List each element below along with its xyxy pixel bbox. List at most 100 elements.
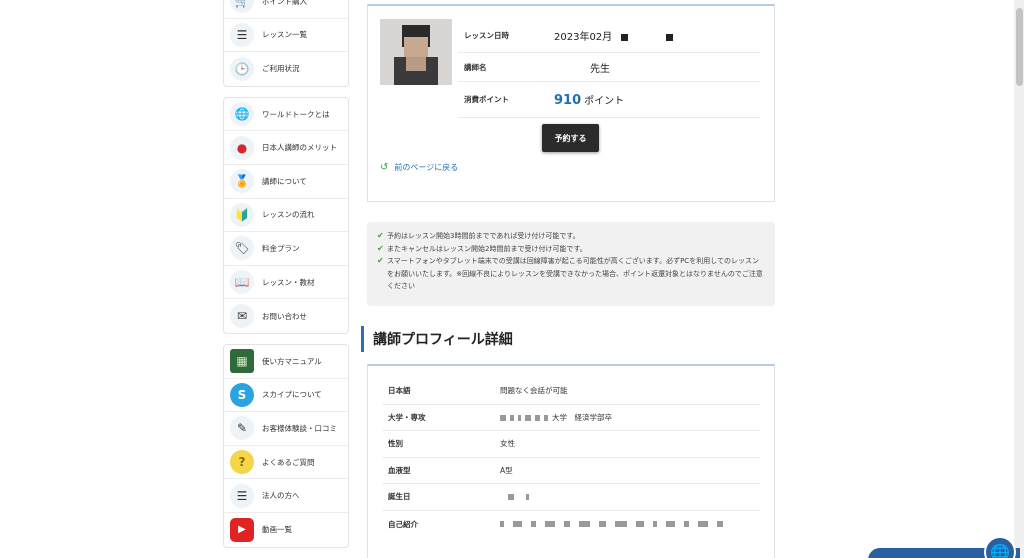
pencils-icon: ✎	[230, 416, 254, 441]
sidebar-item[interactable]: ☰ レッスン一覧	[224, 19, 348, 53]
sidebar-item[interactable]: ✉ お問い合わせ	[224, 299, 348, 333]
blackboard-icon: ▦	[230, 349, 254, 374]
redaction-mark	[500, 520, 504, 527]
sidebar-item-label: 法人の方へ	[262, 491, 300, 501]
lesson-datetime-label: レッスン日時	[464, 31, 509, 40]
globe-icon: 🌐	[230, 102, 254, 127]
redaction-mark	[526, 494, 529, 501]
cart-icon: 🛒	[230, 0, 254, 14]
profile-row-label: 大学・専攻	[388, 412, 426, 422]
profile-card: 日本語 問題なく会話が可能 大学・専攻 大学 経済学部卒 性別 女性 血液型 A型 誕生日 自己紹…	[367, 364, 775, 558]
profile-row-label: 自己紹介	[388, 519, 418, 529]
question-icon: ?	[230, 450, 254, 475]
redaction-mark	[615, 520, 627, 527]
sidebar-item-label: レッスン一覧	[262, 30, 307, 40]
teacher-name-label: 講師名	[464, 62, 487, 72]
lesson-date-text: 2023年02月	[554, 32, 613, 43]
sidebar-item-label: お客様体験談・口コミ	[262, 423, 337, 433]
redaction-mark	[545, 520, 555, 527]
redaction-mark	[531, 520, 536, 527]
scrollbar-thumb[interactable]	[1016, 8, 1023, 86]
profile-row: 誕生日	[382, 484, 760, 511]
redaction-mark	[666, 33, 674, 41]
sidebar-group-account: 🛒 ポイント購入 ☰ レッスン一覧 🕒 ご利用状況	[223, 0, 349, 87]
check-icon: ✔	[377, 243, 384, 253]
profile-table: 日本語 問題なく会話が可能 大学・専攻 大学 経済学部卒 性別 女性 血液型 A型 誕生日 自己紹…	[382, 378, 760, 551]
sidebar-item[interactable]: 🌐 ワールドトークとは	[224, 98, 348, 132]
sidebar-item[interactable]: ▦ 使い方マニュアル	[224, 345, 348, 379]
notice-text: またキャンセルはレッスン開始2時間前まで受け付け可能です。	[387, 244, 587, 253]
chat-globe-icon[interactable]: 🌐	[984, 536, 1016, 558]
check-icon: ✔	[377, 231, 384, 240]
redaction-mark	[653, 520, 657, 527]
profile-row: 自己紹介	[382, 511, 760, 551]
page-scrollbar[interactable]	[1014, 0, 1024, 558]
notice-text: 予約はレッスン開始3時間前までであれば受け付け可能です。	[387, 232, 580, 240]
youtube-icon: ▶	[230, 517, 254, 542]
reserve-button[interactable]: 予約する	[542, 124, 599, 152]
sidebar-group-support: ▦ 使い方マニュアル S スカイプについて ✎ お客様体験談・口コミ? よくあるご質問 ☰ 法人…	[223, 343, 349, 548]
sidebar-item[interactable]: 🏷 料金プラン	[224, 232, 348, 266]
sidebar-item[interactable]: 🕒 ご利用状況	[224, 52, 348, 86]
teacher-name-value: 先生	[590, 63, 610, 75]
teacher-name-row: 講師名 先生	[458, 53, 760, 82]
sidebar-item[interactable]: ☰ 法人の方へ	[224, 479, 348, 513]
check-icon: ✔	[377, 256, 384, 265]
profile-row-value: 女性	[500, 439, 515, 449]
profile-row: 性別 女性	[382, 431, 760, 458]
notice-item: ✔ スマートフォンやタブレット端末での受講は回線障害が起こる可能性が高くございます…	[377, 255, 765, 293]
sidebar-item-label: 使い方マニュアル	[262, 356, 322, 366]
redaction-mark	[636, 520, 644, 527]
sidebar-item[interactable]: 🏅 講師について	[224, 165, 348, 199]
redaction-mark	[564, 520, 570, 527]
redaction-mark	[518, 414, 521, 421]
profile-row: 大学・専攻 大学 経済学部卒	[382, 405, 760, 431]
price-tag-icon: 🏷	[230, 236, 254, 261]
award-badge-icon: 🏅	[230, 169, 254, 194]
back-link-label: 前のページに戻る	[394, 163, 459, 172]
japan-flag-icon: ●	[230, 135, 254, 160]
sidebar-item[interactable]: ✎ お客様体験談・口コミ	[224, 412, 348, 446]
notice-text: スマートフォンやタブレット端末での受講は回線障害が起こる可能性が高くございます。…	[387, 257, 763, 290]
sidebar-item[interactable]: ● 日本人講師のメリット	[224, 131, 348, 165]
redaction-mark	[508, 494, 514, 501]
back-link[interactable]: ↺ 前のページに戻る	[380, 162, 458, 173]
clock-icon: 🕒	[230, 56, 254, 81]
redacted-text-block	[500, 519, 732, 528]
sidebar-item[interactable]: 🛒 ポイント購入	[224, 0, 348, 19]
lesson-info-table: レッスン日時 2023年02月 講師名 先生 消費ポイント 910 ポイント	[458, 19, 760, 118]
profile-row-label: 性別	[388, 439, 403, 449]
sidebar-item[interactable]: ▶ 動画一覧	[224, 513, 348, 547]
sidebar-item[interactable]: 🔰 レッスンの流れ	[224, 199, 348, 233]
points-value: 910 ポイント	[554, 92, 624, 108]
notice-box: ✔ 予約はレッスン開始3時間前までであれば受け付け可能です。 ✔ またキャンセルはレッ…	[367, 222, 775, 306]
lesson-card: レッスン日時 2023年02月 講師名 先生 消費ポイント 910 ポイント 予約…	[367, 4, 775, 202]
beginner-mark-icon: 🔰	[230, 202, 254, 227]
sidebar: 🛒 ポイント購入 ☰ レッスン一覧 🕒 ご利用状況 🌐 ワールドトークとは ● 日本人講師のメリ…	[223, 0, 349, 558]
sidebar-item-label: ご利用状況	[262, 64, 300, 74]
sidebar-item-label: 動画一覧	[262, 525, 292, 535]
profile-row-label: 日本語	[388, 386, 411, 396]
sidebar-item[interactable]: S スカイプについて	[224, 379, 348, 413]
redaction-mark	[579, 520, 590, 527]
profile-row-value: 大学 経済学部卒	[500, 412, 612, 423]
redaction-mark	[535, 414, 540, 421]
points-row: 消費ポイント 910 ポイント	[458, 82, 760, 118]
points-unit: ポイント	[584, 95, 625, 107]
redaction-mark	[717, 520, 723, 527]
sidebar-item-label: 講師について	[262, 176, 307, 186]
sidebar-item[interactable]: 📖 レッスン・教材	[224, 266, 348, 300]
profile-row: 血液型 A型	[382, 458, 760, 484]
redaction-mark	[500, 414, 506, 421]
sidebar-item[interactable]: ? よくあるご質問	[224, 446, 348, 480]
skype-icon: S	[230, 382, 254, 407]
sidebar-item-label: レッスン・教材	[262, 277, 315, 287]
sidebar-item-label: よくあるご質問	[262, 457, 315, 467]
sidebar-item-label: 日本人講師のメリット	[262, 143, 337, 153]
points-number: 910	[554, 92, 582, 108]
document-icon: ☰	[230, 483, 254, 508]
profile-row-label: 血液型	[388, 465, 411, 475]
sidebar-item-label: ポイント購入	[262, 0, 307, 6]
redaction-mark	[513, 520, 522, 527]
redaction-mark	[666, 520, 675, 527]
